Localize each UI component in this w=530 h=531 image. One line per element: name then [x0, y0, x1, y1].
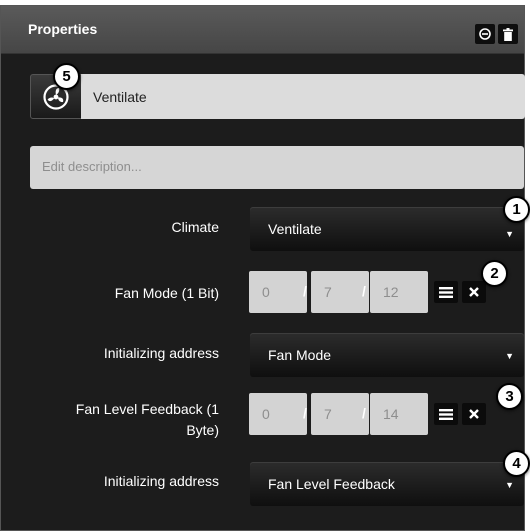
fan-level-address-sub[interactable]: 14 — [370, 393, 428, 435]
fan-mode-address-main[interactable]: 0 — [249, 271, 307, 313]
climate-label: Climate — [171, 219, 219, 235]
fan-mode-address-middle[interactable]: 7 — [311, 271, 369, 313]
fan-mode-clear-button[interactable] — [462, 281, 486, 303]
fan-mode-address-sub[interactable]: 12 — [370, 271, 428, 313]
header-buttons — [475, 24, 518, 44]
init-address-select[interactable]: Fan Mode ▼ — [250, 333, 524, 377]
address-separator: / — [362, 283, 366, 299]
address-separator: / — [362, 405, 366, 421]
close-icon — [469, 409, 479, 419]
delete-button[interactable] — [498, 24, 518, 44]
minus-circle-icon — [479, 28, 491, 40]
chevron-down-icon: ▼ — [505, 480, 514, 490]
panel-header: Properties — [1, 6, 524, 54]
init-address-label: Initializing address — [103, 345, 219, 361]
fan-level-label: Fan Level Feedback (1 Byte) — [21, 399, 219, 441]
fan-mode-label: Fan Mode (1 Bit) — [114, 285, 219, 301]
fan-level-address-main[interactable]: 0 — [249, 393, 307, 435]
callout-2: 2 — [481, 260, 508, 287]
minus-circle-button[interactable] — [475, 24, 495, 44]
chevron-down-icon: ▼ — [505, 229, 514, 239]
fan-level-label-line1: Fan Level Feedback (1 — [75, 401, 219, 417]
fan-level-clear-button[interactable] — [462, 403, 486, 425]
init-address-label: Initializing address — [103, 473, 219, 489]
callout-4: 4 — [503, 450, 530, 477]
description-input[interactable]: Edit description... — [30, 146, 524, 189]
callout-3: 3 — [496, 383, 523, 410]
init-address-select[interactable]: Fan Level Feedback ▼ — [250, 462, 524, 506]
callout-5: 5 — [53, 63, 80, 90]
list-icon — [439, 408, 453, 420]
object-name-input[interactable]: Ventilate — [81, 74, 525, 119]
climate-select-value: Ventilate — [268, 221, 322, 237]
list-icon — [439, 286, 453, 298]
panel-title: Properties — [28, 21, 98, 37]
fan-level-address-middle[interactable]: 7 — [311, 393, 369, 435]
fan-mode-list-button[interactable] — [434, 281, 458, 303]
properties-panel: Properties Ventilate Edit description...… — [0, 5, 525, 531]
callout-1: 1 — [503, 196, 530, 223]
address-separator: / — [303, 405, 307, 421]
fan-level-list-button[interactable] — [434, 403, 458, 425]
trash-icon — [503, 27, 513, 41]
init-address-value: Fan Mode — [268, 347, 332, 363]
close-icon — [469, 287, 479, 297]
init-address-value: Fan Level Feedback — [268, 476, 395, 492]
address-separator: / — [303, 283, 307, 299]
chevron-down-icon: ▼ — [505, 351, 514, 361]
fan-level-label-line2: Byte) — [186, 422, 219, 438]
climate-select[interactable]: Ventilate ▼ — [250, 207, 524, 251]
